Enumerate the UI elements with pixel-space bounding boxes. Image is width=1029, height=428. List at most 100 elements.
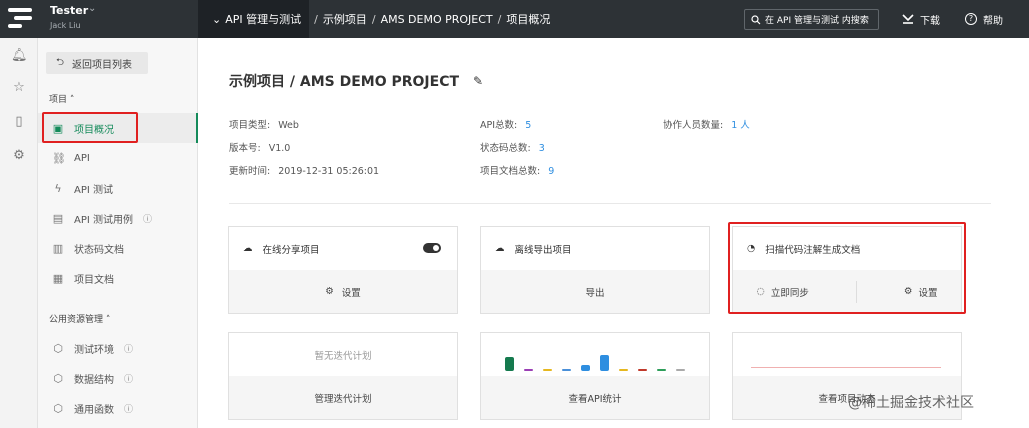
settings-icon: ⚙ [325,286,334,297]
project-title: 示例项目 / AMS DEMO PROJECT [229,74,460,90]
cube-icon: ⬡ [53,341,63,355]
sidebar-item-test-env[interactable]: ⬡ 测试环境 ⓘ [38,333,198,363]
breadcrumb-separator: / [497,12,502,26]
info-label: 项目文档总数: [480,166,541,177]
search-input[interactable]: 在 API 管理与测试 内搜索 [744,9,879,30]
info-value[interactable]: 3 [539,143,545,154]
info-status-total: 状态码总数: 3 [480,140,545,154]
button-label: 设置 [341,287,361,299]
download-icon [902,14,914,24]
sidebar-item-label: 状态码文档 [74,244,124,256]
info-value: Web [278,120,299,131]
sidebar-item-label: 项目概况 [74,124,114,136]
info-value[interactable]: 1 人 [731,120,750,131]
breadcrumb-item[interactable]: AMS DEMO PROJECT [381,13,493,26]
info-value: V1.0 [268,143,291,154]
sidebar-item-api-testcase[interactable]: ▤ API 测试用例 ⓘ [38,203,198,233]
back-arrow-icon: ⮌ [56,56,65,68]
info-label: 版本号: [229,143,261,154]
section-label: 项目 [49,95,68,105]
card-title: 扫描代码注解生成文档 [765,244,861,256]
manage-iterations-button[interactable]: 管理迭代计划 [229,376,457,419]
stats-bar [638,369,647,371]
settings-icon[interactable]: ⚙ [11,148,27,164]
card-scan-code: ◔ 扫描代码注解生成文档 ◌ 立即同步 ⚙ 设置 [732,226,962,314]
file-icon: ▦ [52,271,64,285]
view-api-stats-button[interactable]: 查看API统计 [481,376,709,419]
sync-now-button[interactable]: ◌ 立即同步 [757,285,809,299]
help-button[interactable]: ? 帮助 [965,0,1003,38]
sidebar-item-docs[interactable]: ▦ 项目文档 [38,263,198,293]
breadcrumb-item[interactable]: 示例项目 [323,11,367,27]
info-updated: 更新时间: 2019-12-31 05:26:01 [229,163,379,177]
card-header: 暂无迭代计划 [229,333,457,377]
card-iterations: 暂无迭代计划 管理迭代计划 [228,332,458,420]
sidebar-item-api[interactable]: ⛓ API [38,143,198,173]
info-value[interactable]: 5 [525,120,531,131]
share-settings-button[interactable]: ⚙ 设置 [229,270,457,313]
info-icon: ⓘ [124,404,134,415]
stats-bar [543,369,552,371]
bell-icon[interactable]: 🔔︎ [11,48,28,64]
card-footer: ◌ 立即同步 ⚙ 设置 [733,270,961,313]
card-api-stats: 查看API统计 [480,332,710,420]
sidebar-item-common-functions[interactable]: ⬡ 通用函数 ⓘ [38,393,198,423]
empty-message: 暂无迭代计划 [314,351,372,362]
card-header: ☁ 离线导出项目 [481,227,709,271]
sidebar-item-label: API 测试 [74,184,113,196]
chevron-down-icon: ⌄ [212,12,222,26]
sidebar-item-api-test[interactable]: ϟ API 测试 [38,173,198,203]
info-icon: ⓘ [124,344,134,355]
edit-icon[interactable]: ✎ [473,74,483,88]
main-content: 示例项目 / AMS DEMO PROJECT ✎ 项目类型: Web 版本号: V… [199,38,1029,428]
breadcrumb-module-label: API 管理与测试 [225,13,302,26]
api-stats-chart [481,333,711,377]
button-label: 导出 [585,287,605,299]
info-api-total: API总数: 5 [480,117,531,131]
info-label: 更新时间: [229,166,271,177]
testcase-icon: ▤ [52,211,64,225]
page-title: 示例项目 / AMS DEMO PROJECT ✎ [229,71,483,91]
sidebar-item-overview[interactable]: ▣ 项目概况 [38,113,198,143]
user-switcher[interactable]: Tester ⌄ Jack Liu [50,4,96,30]
activity-line [751,367,941,368]
info-type: 项目类型: Web [229,117,299,131]
share-toggle[interactable] [423,243,441,253]
section-label: 公用资源管理 [49,315,104,325]
button-label: 立即同步 [770,287,809,299]
info-label: 协作人员数量: [663,120,724,131]
back-label: 返回项目列表 [72,59,133,71]
stats-bar [600,355,609,371]
breadcrumb-current-module[interactable]: ⌄ API 管理与测试 [198,0,310,38]
section-project-header[interactable]: 项目 ˄ [49,92,74,105]
section-public-header[interactable]: 公用资源管理 ˄ [49,312,110,325]
app-logo-icon[interactable] [8,8,32,30]
sidebar-item-label: 数据结构 [74,374,114,386]
top-bar: Tester ⌄ Jack Liu ⌄ API 管理与测试 / 示例项目 / A… [0,0,1029,38]
scan-settings-button[interactable]: ⚙ 设置 [904,285,938,299]
stats-bar [581,365,590,371]
divider [855,280,857,303]
book-icon[interactable]: ▯ [11,114,27,130]
info-value[interactable]: 9 [548,166,554,177]
star-icon[interactable]: ☆ [11,80,27,96]
card-title: 离线导出项目 [514,244,572,256]
overview-icon: ▣ [52,121,64,135]
settings-icon: ⚙ [903,286,913,297]
card-title: 在线分享项目 [262,244,320,256]
lightning-icon: ϟ [54,181,62,195]
search-placeholder: 在 API 管理与测试 内搜索 [765,16,869,26]
card-share: ☁ 在线分享项目 ⚙ 设置 [228,226,458,314]
sidebar-item-status-codes[interactable]: ▥ 状态码文档 [38,233,198,263]
breadcrumb-separator: / [314,12,318,26]
cube-icon: ⬡ [53,401,63,415]
back-to-projects-button[interactable]: ⮌ 返回项目列表 [46,52,148,74]
sidebar-item-data-structure[interactable]: ⬡ 数据结构 ⓘ [38,363,198,393]
export-button[interactable]: 导出 [481,270,709,313]
cube-icon: ⬡ [53,371,63,385]
download-button[interactable]: 下载 [902,0,940,38]
stats-bar [657,369,666,371]
timer-icon: ◔ [747,243,756,254]
card-header: ◔ 扫描代码注解生成文档 [733,227,961,271]
stats-bar [524,369,533,371]
